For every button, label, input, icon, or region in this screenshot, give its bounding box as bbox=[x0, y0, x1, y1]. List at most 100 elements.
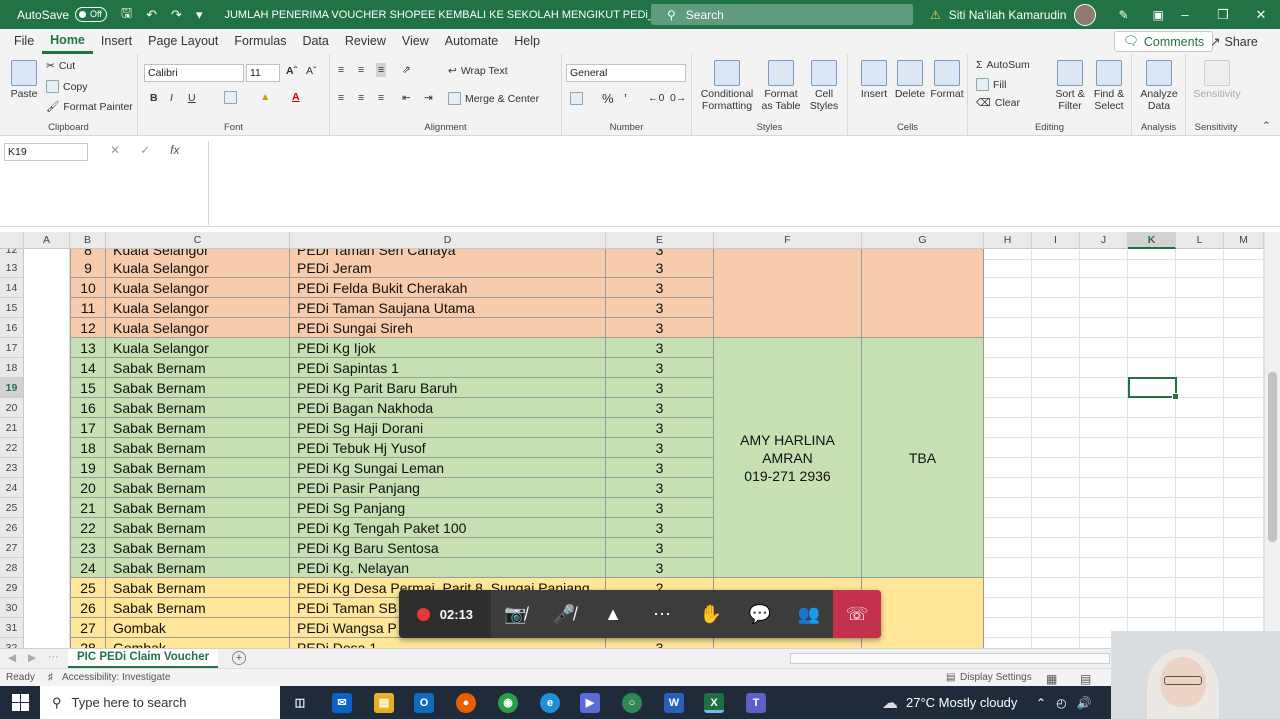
cell-district[interactable]: Sabak Bernam bbox=[106, 378, 290, 398]
cell-district[interactable]: Sabak Bernam bbox=[106, 418, 290, 438]
autosave[interactable]: AutoSave Off bbox=[17, 7, 108, 22]
row-header-23[interactable]: 23 bbox=[0, 458, 24, 478]
cell-qty[interactable]: 3 bbox=[606, 258, 714, 278]
normal-view-icon[interactable]: ▦ bbox=[1046, 672, 1057, 686]
hang-up-icon[interactable]: ☏ bbox=[833, 590, 882, 638]
cell-pedi[interactable]: PEDi Felda Bukit Cherakah bbox=[290, 278, 606, 298]
add-sheet-button[interactable]: + bbox=[232, 651, 246, 665]
prev-sheet-icon[interactable]: ◀ bbox=[8, 652, 16, 664]
cell-no[interactable]: 24 bbox=[70, 558, 106, 578]
cell-qty[interactable]: 3 bbox=[606, 518, 714, 538]
cell-district[interactable]: Gombak bbox=[106, 618, 290, 638]
cell-no[interactable]: 15 bbox=[70, 378, 106, 398]
align-right-button[interactable]: ≡ bbox=[378, 92, 384, 104]
column-header-m[interactable]: M bbox=[1224, 232, 1264, 249]
cell-district[interactable]: Kuala Selangor bbox=[106, 338, 290, 358]
cell-pedi[interactable]: PEDi Jeram bbox=[290, 258, 606, 278]
sensitivity-button[interactable]: Sensitivity bbox=[1190, 60, 1244, 100]
cell-qty[interactable]: 3 bbox=[606, 318, 714, 338]
top-align-button[interactable]: ≡ bbox=[338, 64, 344, 76]
taskbar-search[interactable]: ⚲ Type here to search bbox=[40, 686, 280, 719]
mail-icon[interactable]: ✉ bbox=[332, 693, 352, 713]
cell-district[interactable]: Sabak Bernam bbox=[106, 538, 290, 558]
percent-button[interactable]: % bbox=[602, 91, 614, 106]
cell-qty[interactable]: 3 bbox=[606, 478, 714, 498]
cell-district[interactable]: Sabak Bernam bbox=[106, 358, 290, 378]
share-screen-icon[interactable]: ▲ bbox=[589, 590, 638, 638]
cell-district[interactable]: Sabak Bernam bbox=[106, 478, 290, 498]
tab-automate[interactable]: Automate bbox=[437, 29, 507, 54]
tray-chevron-icon[interactable]: ⌃ bbox=[1036, 696, 1046, 710]
paste-button[interactable]: Paste bbox=[8, 60, 40, 100]
cell-qty[interactable]: 3 bbox=[606, 378, 714, 398]
row-header-32[interactable]: 32 bbox=[0, 638, 24, 648]
cell-no[interactable]: 27 bbox=[70, 618, 106, 638]
tab-view[interactable]: View bbox=[394, 29, 437, 54]
column-header-a[interactable]: A bbox=[24, 232, 70, 249]
shrink-font-button[interactable]: Aˇ bbox=[306, 65, 317, 77]
cell-pedi[interactable]: PEDi Sg Panjang bbox=[290, 498, 606, 518]
enter-icon[interactable]: ✓ bbox=[140, 143, 150, 157]
cell-pedi[interactable]: PEDi Kg Sungai Leman bbox=[290, 458, 606, 478]
cell-pedi[interactable]: PEDi Sungai Sireh bbox=[290, 318, 606, 338]
windows-start-icon[interactable] bbox=[12, 694, 29, 711]
increase-decimal-button[interactable]: ←0 bbox=[648, 92, 664, 104]
bottom-align-button[interactable]: ≡ bbox=[376, 63, 387, 77]
cell-district[interactable]: Sabak Bernam bbox=[106, 438, 290, 458]
format-as-table-button[interactable]: Format as Table bbox=[758, 60, 804, 112]
orientation-button[interactable]: ⇗ bbox=[402, 64, 411, 76]
format-cells-button[interactable]: Format bbox=[928, 60, 966, 100]
tab-review[interactable]: Review bbox=[337, 29, 394, 54]
column-header-c[interactable]: C bbox=[106, 232, 290, 249]
horizontal-scrollbar[interactable] bbox=[790, 653, 1110, 664]
user-info[interactable]: ⚠ Siti Na'ilah Kamarudin ✎ ▣ bbox=[930, 0, 1164, 29]
browser-icon[interactable]: ○ bbox=[622, 693, 642, 713]
conditional-formatting-button[interactable]: Conditional Formatting bbox=[698, 60, 756, 112]
cell-district[interactable]: Sabak Bernam bbox=[106, 598, 290, 618]
cell-no[interactable]: 10 bbox=[70, 278, 106, 298]
borders-button[interactable] bbox=[224, 91, 237, 104]
column-header-d[interactable]: D bbox=[290, 232, 606, 249]
word-icon[interactable]: W bbox=[664, 693, 684, 713]
accessibility-status[interactable]: Accessibility: Investigate bbox=[62, 672, 170, 683]
decrease-indent-button[interactable]: ⇤ bbox=[402, 92, 411, 104]
cell-no[interactable]: 17 bbox=[70, 418, 106, 438]
comments-button[interactable]: 🗨 Comments bbox=[1114, 31, 1214, 52]
delete-cells-button[interactable]: Delete bbox=[892, 60, 928, 100]
scroll-thumb[interactable] bbox=[1268, 372, 1277, 542]
cell-no[interactable]: 26 bbox=[70, 598, 106, 618]
row-header-25[interactable]: 25 bbox=[0, 498, 24, 518]
clear-button[interactable]: ⌫ Clear bbox=[976, 97, 1020, 109]
collapse-ribbon-icon[interactable]: ⌃ bbox=[1262, 120, 1271, 132]
number-format-select[interactable]: General bbox=[566, 64, 686, 82]
cell-no[interactable]: 11 bbox=[70, 298, 106, 318]
edge-icon[interactable]: e bbox=[540, 693, 560, 713]
cell-pedi[interactable]: PEDi Bagan Nakhoda bbox=[290, 398, 606, 418]
vertical-scrollbar[interactable] bbox=[1264, 232, 1280, 648]
tab-insert[interactable]: Insert bbox=[93, 29, 140, 54]
cell-pedi[interactable]: PEDi Pasir Panjang bbox=[290, 478, 606, 498]
fx-icon[interactable]: fx bbox=[170, 143, 179, 157]
minimize-icon[interactable]: – bbox=[1166, 7, 1204, 22]
cell-district[interactable]: Kuala Selangor bbox=[106, 258, 290, 278]
cell-district[interactable]: Gombak bbox=[106, 638, 290, 648]
insert-cells-button[interactable]: Insert bbox=[856, 60, 892, 100]
cell-district[interactable]: Sabak Bernam bbox=[106, 558, 290, 578]
fill-color-button[interactable]: ▲ bbox=[260, 91, 270, 103]
tab-home[interactable]: Home bbox=[42, 29, 93, 54]
close-icon[interactable]: ✕ bbox=[1242, 7, 1280, 23]
cell-pedi[interactable]: PEDi Taman Saujana Utama bbox=[290, 298, 606, 318]
row-header-24[interactable]: 24 bbox=[0, 478, 24, 498]
next-sheet-icon[interactable]: ▶ bbox=[28, 652, 36, 664]
row-header-30[interactable]: 30 bbox=[0, 598, 24, 618]
cell-pedi[interactable]: PEDi Kg Parit Baru Baruh bbox=[290, 378, 606, 398]
pen-icon[interactable]: ✎ bbox=[1118, 8, 1128, 22]
font-color-button[interactable]: A bbox=[292, 91, 300, 103]
row-header-15[interactable]: 15 bbox=[0, 298, 24, 318]
font-size-select[interactable]: 11 bbox=[246, 64, 280, 82]
camera-off-icon[interactable]: 📷̸ bbox=[491, 590, 540, 638]
raise-hand-icon[interactable]: ✋ bbox=[686, 590, 735, 638]
firefox-icon[interactable]: ● bbox=[456, 693, 476, 713]
share-button[interactable]: ↗ Share bbox=[1204, 31, 1264, 52]
cell-pedi[interactable]: PEDi Kg Tengah Paket 100 bbox=[290, 518, 606, 538]
